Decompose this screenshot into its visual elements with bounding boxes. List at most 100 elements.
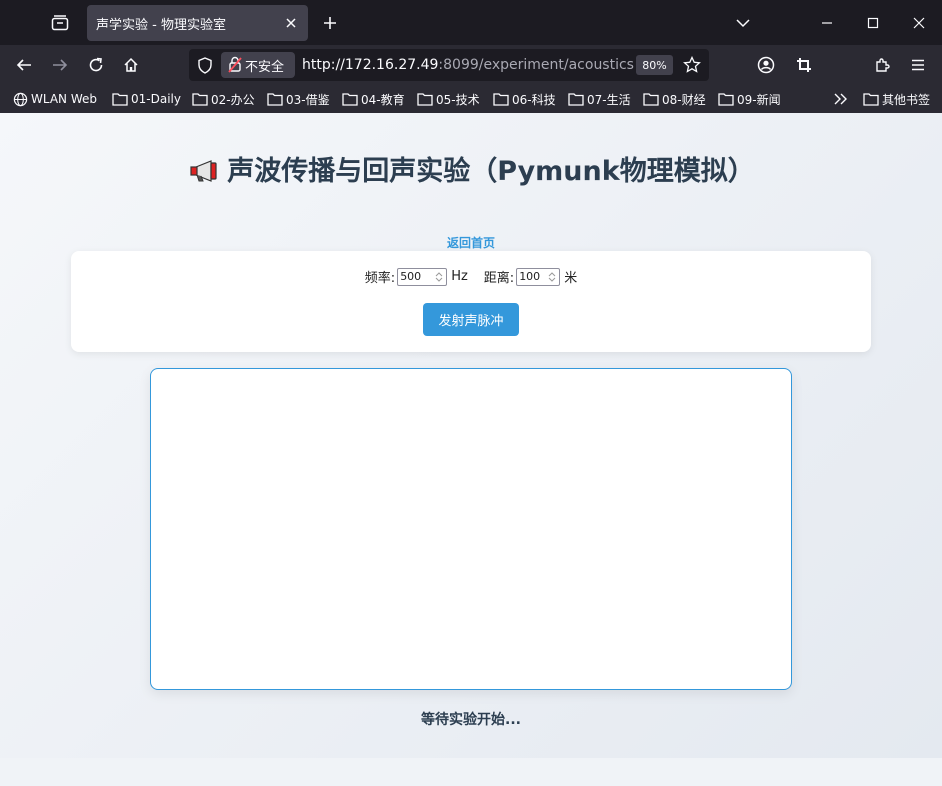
frequency-label: 频率: xyxy=(364,271,396,286)
folder-icon xyxy=(267,93,283,106)
tab-close-button[interactable] xyxy=(280,12,302,34)
bookmark-folder-09[interactable]: 09-新闻 xyxy=(718,91,781,107)
bookmark-folder-04[interactable]: 04-教育 xyxy=(342,91,405,107)
maximize-icon xyxy=(867,17,879,28)
spinner-arrows-icon xyxy=(548,271,556,282)
site-security-button[interactable]: 不安全 xyxy=(221,52,295,78)
megaphone-icon xyxy=(190,160,217,182)
tab-list-dropdown-button[interactable] xyxy=(720,0,766,45)
url-path: :8099/experiment/acoustics xyxy=(438,57,634,73)
arrow-left-icon xyxy=(16,59,31,71)
bookmark-label: 05-技术 xyxy=(436,92,480,107)
page-title-text: 声波传播与回声实验（Pymunk物理模拟） xyxy=(227,156,755,187)
frequency-value: 500 xyxy=(400,269,422,283)
account-button[interactable] xyxy=(750,49,782,81)
reload-button[interactable] xyxy=(80,49,112,81)
url-bar[interactable]: 不安全 http://172.16.27.49:8099/experiment/… xyxy=(189,49,709,81)
hamburger-menu-icon xyxy=(912,59,924,71)
folder-icon xyxy=(568,93,584,106)
bookmarks-toolbar: WLAN Web 01-Daily 02-办公 03-借鉴 04-教育 05-技… xyxy=(0,85,942,113)
home-button[interactable] xyxy=(115,49,147,81)
tab-overview-button[interactable] xyxy=(44,8,76,38)
maximize-button[interactable] xyxy=(850,0,896,45)
close-icon xyxy=(286,18,296,28)
bookmark-label: 04-教育 xyxy=(361,92,405,107)
bookmark-label: 03-借鉴 xyxy=(286,92,330,107)
emit-pulse-button[interactable]: 发射声脉冲 xyxy=(423,303,519,336)
minimize-button[interactable] xyxy=(804,0,850,45)
tab-acoustics[interactable]: 声学实验 - 物理实验室 xyxy=(87,5,308,41)
distance-unit: 米 xyxy=(564,271,578,286)
tab-title: 声学实验 - 物理实验室 xyxy=(96,18,226,33)
other-bookmarks-folder[interactable]: 其他书签 xyxy=(863,91,930,107)
frequency-spinner[interactable] xyxy=(433,270,445,284)
close-window-button[interactable] xyxy=(896,0,942,45)
tab-list-icon xyxy=(51,15,69,31)
bookmark-folder-01[interactable]: 01-Daily xyxy=(112,91,181,107)
back-button[interactable] xyxy=(8,49,40,81)
distance-label: 距离: xyxy=(483,271,515,286)
crop-icon xyxy=(797,58,811,72)
puzzle-icon xyxy=(876,58,890,72)
bookmark-label: 02-办公 xyxy=(211,92,255,107)
forward-button[interactable] xyxy=(44,49,76,81)
page-bottom-strip xyxy=(0,758,942,786)
zoom-level-badge[interactable]: 80% xyxy=(636,55,673,75)
distance-spinner[interactable] xyxy=(546,270,558,284)
extensions-button[interactable] xyxy=(866,49,898,81)
bookmark-label: 06-科技 xyxy=(512,92,556,107)
frequency-input[interactable]: 500 xyxy=(397,267,448,286)
account-icon xyxy=(757,56,775,74)
new-tab-button[interactable] xyxy=(316,9,344,37)
bookmark-label: WLAN Web xyxy=(31,92,97,106)
arrow-right-icon xyxy=(53,59,68,71)
page-title: 声波传播与回声实验（Pymunk物理模拟） xyxy=(0,149,942,188)
folder-icon xyxy=(417,93,433,106)
double-chevron-right-icon xyxy=(834,93,847,105)
bookmark-folder-06[interactable]: 06-科技 xyxy=(493,91,556,107)
bookmark-folder-05[interactable]: 05-技术 xyxy=(417,91,480,107)
frequency-unit: Hz xyxy=(451,269,468,284)
parameter-row: 频率: 500 Hz 距离: 100 米 xyxy=(71,267,871,286)
bookmark-label: 09-新闻 xyxy=(737,92,781,107)
bookmark-folder-03[interactable]: 03-借鉴 xyxy=(267,91,330,107)
close-icon xyxy=(913,17,925,28)
globe-icon xyxy=(13,92,28,106)
bookmark-folder-02[interactable]: 02-办公 xyxy=(192,91,255,107)
folder-icon xyxy=(493,93,509,106)
distance-value: 100 xyxy=(519,269,541,283)
page-content: 声波传播与回声实验（Pymunk物理模拟） 返回首页 频率: 500 Hz 距离… xyxy=(0,113,942,758)
browser-titlebar: 声学实验 - 物理实验室 xyxy=(0,0,942,45)
folder-icon xyxy=(643,93,659,106)
plus-icon xyxy=(324,17,336,29)
bookmark-folder-07[interactable]: 07-生活 xyxy=(568,91,631,107)
simulation-canvas[interactable] xyxy=(150,368,792,690)
url-host: http://172.16.27.49 xyxy=(302,57,439,73)
bookmark-folder-08[interactable]: 08-财经 xyxy=(643,91,706,107)
folder-icon xyxy=(112,93,128,106)
chevron-down-icon xyxy=(736,18,750,27)
bookmark-label: 07-生活 xyxy=(587,92,631,107)
back-home-link[interactable]: 返回首页 xyxy=(0,234,942,251)
folder-icon xyxy=(342,93,358,106)
screenshot-button[interactable] xyxy=(788,49,820,81)
minimize-icon xyxy=(822,21,832,24)
shield-icon[interactable] xyxy=(197,57,213,78)
url-text[interactable]: http://172.16.27.49:8099/experiment/acou… xyxy=(302,57,634,73)
folder-icon xyxy=(192,93,208,106)
reload-icon xyxy=(89,57,103,72)
insecure-lock-icon xyxy=(228,56,242,77)
bookmarks-overflow-button[interactable] xyxy=(834,91,851,107)
distance-input[interactable]: 100 xyxy=(516,267,561,286)
bookmark-label: 01-Daily xyxy=(131,92,181,106)
experiment-status: 等待实验开始... xyxy=(421,712,521,728)
bookmark-wlan-web[interactable]: WLAN Web xyxy=(13,91,97,107)
bookmark-star-icon[interactable] xyxy=(683,55,701,78)
navigation-toolbar: 不安全 http://172.16.27.49:8099/experiment/… xyxy=(0,45,942,85)
security-label: 不安全 xyxy=(245,59,285,75)
app-menu-button[interactable] xyxy=(902,49,934,81)
home-icon xyxy=(124,57,138,72)
folder-icon xyxy=(718,93,734,106)
spinner-arrows-icon xyxy=(435,271,443,282)
bookmark-label: 08-财经 xyxy=(662,92,706,107)
